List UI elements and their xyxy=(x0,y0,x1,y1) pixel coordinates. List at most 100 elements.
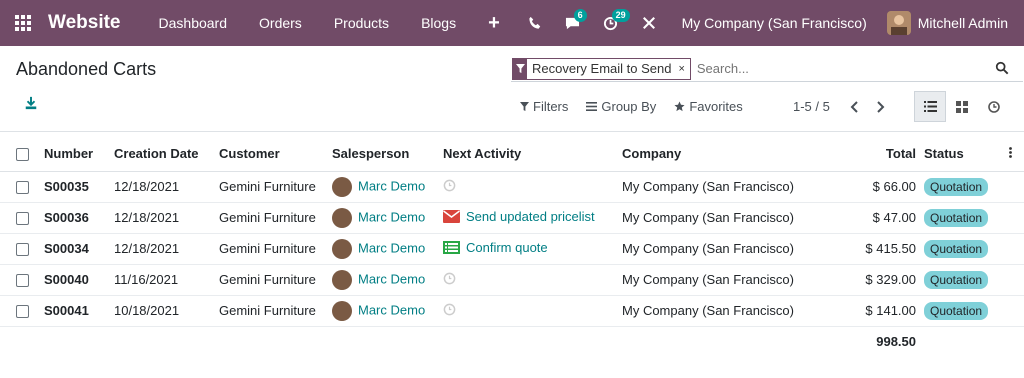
download-icon[interactable] xyxy=(24,96,40,112)
col-total[interactable]: Total xyxy=(832,137,924,172)
select-all-cell xyxy=(0,137,44,172)
column-options-icon[interactable] xyxy=(996,137,1024,172)
col-company[interactable]: Company xyxy=(622,137,832,172)
col-next-activity[interactable]: Next Activity xyxy=(443,137,622,172)
systray: 6 29 My Company (San Francisco) Mitchell… xyxy=(516,0,1024,46)
row-checkbox[interactable] xyxy=(16,243,29,257)
status-cell: Quotation xyxy=(924,295,996,327)
row-checkbox[interactable] xyxy=(16,305,29,319)
status-cell: Quotation xyxy=(924,264,996,296)
customer: Gemini Furniture xyxy=(219,202,332,234)
view-switcher xyxy=(914,91,1010,122)
menu-products[interactable]: Products xyxy=(318,15,405,31)
favorites-label: Favorites xyxy=(689,99,743,114)
row-checkbox[interactable] xyxy=(16,212,29,226)
page-title: Abandoned Carts xyxy=(16,59,157,79)
order-number[interactable]: S00036 xyxy=(44,202,114,234)
col-status[interactable]: Status xyxy=(924,137,996,172)
row-checkbox[interactable] xyxy=(16,181,29,195)
groupby-button[interactable]: Group By xyxy=(586,99,656,114)
salesperson-cell: Marc Demo xyxy=(332,233,443,265)
clock-icon xyxy=(443,179,456,191)
order-number[interactable]: S00041 xyxy=(44,295,114,327)
salesperson: Marc Demo xyxy=(358,270,426,286)
salesperson: Marc Demo xyxy=(358,239,426,255)
filters-label: Filters xyxy=(533,99,569,114)
salesperson-cell: Marc Demo xyxy=(332,202,443,234)
envelope-icon xyxy=(443,210,460,223)
next-activity-cell[interactable]: Send updated pricelist xyxy=(443,202,622,234)
filters-button[interactable]: Filters xyxy=(520,99,568,114)
facet-remove-button[interactable]: × xyxy=(676,59,689,79)
col-number[interactable]: Number xyxy=(44,137,114,172)
select-all-checkbox[interactable] xyxy=(16,148,29,162)
table-row[interactable]: S00036 12/18/2021 Gemini Furniture Marc … xyxy=(0,202,1024,234)
favorites-button[interactable]: Favorites xyxy=(674,99,743,114)
messages-icon[interactable]: 6 xyxy=(554,0,592,46)
salesperson-cell: Marc Demo xyxy=(332,171,443,203)
total: $ 141.00 xyxy=(832,295,924,327)
table-header-row: Number Creation Date Customer Salesperso… xyxy=(0,137,1024,172)
table-row[interactable]: S00035 12/18/2021 Gemini Furniture Marc … xyxy=(0,171,1024,203)
control-panel: Abandoned Carts Recovery Email to Send ×… xyxy=(0,46,1024,132)
search-icon[interactable] xyxy=(995,61,1009,78)
salesperson-avatar xyxy=(332,300,352,321)
menu-dashboard[interactable]: Dashboard xyxy=(143,15,244,31)
customer: Gemini Furniture xyxy=(219,264,332,296)
menu-blogs[interactable]: Blogs xyxy=(405,15,472,31)
pager-value[interactable]: 1-5 / 5 xyxy=(793,99,830,114)
next-activity-cell[interactable] xyxy=(443,295,622,327)
search-bar: Recovery Email to Send × xyxy=(511,56,1023,82)
top-navbar: Website Dashboard Orders Products Blogs … xyxy=(0,0,1024,46)
activities-count-badge: 29 xyxy=(611,9,630,22)
creation-date: 10/18/2021 xyxy=(114,295,219,327)
next-activity-cell[interactable] xyxy=(443,264,622,296)
table-row[interactable]: S00034 12/18/2021 Gemini Furniture Marc … xyxy=(0,233,1024,265)
debug-tools-icon[interactable] xyxy=(630,0,668,46)
next-activity-cell[interactable] xyxy=(443,171,622,203)
status-badge: Quotation xyxy=(924,177,989,196)
col-creation-date[interactable]: Creation Date xyxy=(114,137,219,172)
customer: Gemini Furniture xyxy=(219,295,332,327)
user-name: Mitchell Admin xyxy=(917,15,1008,31)
pager-previous-icon[interactable] xyxy=(848,100,862,114)
table-row[interactable]: S00041 10/18/2021 Gemini Furniture Marc … xyxy=(0,295,1024,327)
creation-date: 11/16/2021 xyxy=(114,264,219,296)
status-cell: Quotation xyxy=(924,202,996,234)
app-brand[interactable]: Website xyxy=(48,12,121,34)
table-row[interactable]: S00040 11/16/2021 Gemini Furniture Marc … xyxy=(0,264,1024,296)
messages-count-badge: 6 xyxy=(573,9,587,22)
salesperson-avatar xyxy=(332,238,352,259)
company-switcher[interactable]: My Company (San Francisco) xyxy=(668,15,887,31)
apps-menu-icon[interactable] xyxy=(0,0,46,46)
bars-icon xyxy=(586,102,598,111)
star-icon xyxy=(674,101,685,112)
activities-clock-icon[interactable]: 29 xyxy=(592,0,630,46)
order-number[interactable]: S00035 xyxy=(44,171,114,203)
user-menu[interactable]: Mitchell Admin xyxy=(886,11,1024,35)
list-view-icon[interactable] xyxy=(914,91,946,122)
menu-new-plus[interactable]: + xyxy=(472,12,516,35)
activity-view-icon[interactable] xyxy=(978,91,1010,122)
menu-orders[interactable]: Orders xyxy=(243,15,318,31)
company: My Company (San Francisco) xyxy=(622,202,832,234)
pager-next-icon[interactable] xyxy=(874,100,888,114)
order-number[interactable]: S00040 xyxy=(44,264,114,296)
order-number[interactable]: S00034 xyxy=(44,233,114,265)
salesperson: Marc Demo xyxy=(358,301,426,317)
salesperson-avatar xyxy=(332,176,352,197)
status-badge: Quotation xyxy=(924,239,989,258)
phone-icon[interactable] xyxy=(516,0,554,46)
filter-funnel-icon xyxy=(513,58,527,79)
total: $ 329.00 xyxy=(832,264,924,296)
status-cell: Quotation xyxy=(924,171,996,203)
total: $ 47.00 xyxy=(832,202,924,234)
search-input[interactable] xyxy=(696,61,977,76)
col-customer[interactable]: Customer xyxy=(219,137,332,172)
kanban-view-icon[interactable] xyxy=(946,91,978,122)
next-activity-cell[interactable]: Confirm quote xyxy=(443,233,622,265)
salesperson-avatar xyxy=(332,207,352,228)
creation-date: 12/18/2021 xyxy=(114,171,219,203)
col-salesperson[interactable]: Salesperson xyxy=(332,137,443,172)
row-checkbox[interactable] xyxy=(16,274,29,288)
